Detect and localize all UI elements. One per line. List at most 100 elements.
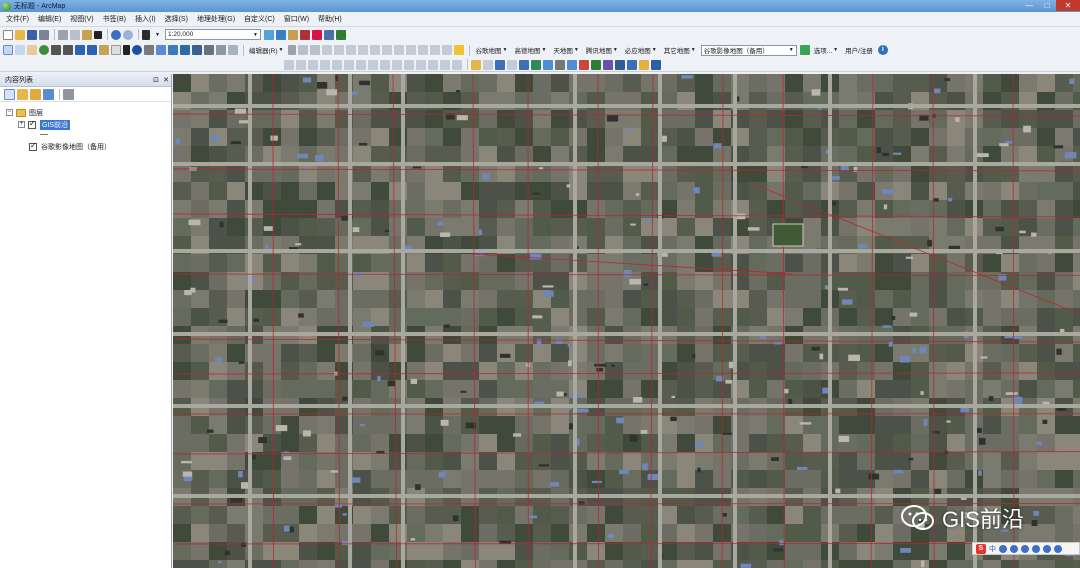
menu-edit[interactable]: 编辑(E) <box>38 14 61 24</box>
google-map-menu[interactable]: 谷歌地图 ▼ <box>473 45 509 56</box>
folder-icon[interactable] <box>639 59 649 70</box>
layer-row-google-imagery[interactable]: 谷歌影像地图（备用） <box>29 141 111 152</box>
layer-row-gis[interactable]: + GIS前沿 <box>18 119 71 130</box>
back-arrow-icon[interactable] <box>75 45 85 55</box>
refresh-tiles-icon[interactable] <box>799 45 810 55</box>
zoom-out-icon[interactable] <box>15 45 25 55</box>
ime-mode-label[interactable]: 中 <box>989 544 996 554</box>
create-viewer-icon[interactable] <box>228 45 238 55</box>
options-menu[interactable]: 选项... ▼ <box>812 45 840 56</box>
network-icon[interactable] <box>531 59 541 70</box>
arctoolbox-icon[interactable] <box>311 29 322 40</box>
fixed-zoom-out-icon[interactable] <box>63 45 73 55</box>
edit-tool-icon[interactable] <box>288 45 297 55</box>
snap-icon[interactable] <box>296 59 306 70</box>
table-of-contents-icon[interactable] <box>275 29 286 40</box>
pan-hand-icon[interactable] <box>27 45 37 55</box>
undo-icon[interactable] <box>111 29 121 40</box>
pin-label-icon[interactable] <box>495 59 505 70</box>
ring-icon[interactable] <box>404 59 414 70</box>
list-by-source-icon[interactable] <box>17 88 28 100</box>
open-time-window-icon[interactable] <box>216 45 226 55</box>
open-folder-icon[interactable] <box>15 29 25 40</box>
fill-color-icon[interactable] <box>579 59 589 70</box>
full-extent-icon[interactable] <box>39 45 49 55</box>
table-icon[interactable] <box>356 59 366 70</box>
zoom-layer-icon[interactable] <box>615 59 625 70</box>
clear-selection-icon[interactable] <box>111 45 121 55</box>
draw-rectangle-icon[interactable] <box>555 59 565 70</box>
print-icon[interactable] <box>39 29 49 40</box>
close-icon[interactable]: ✕ <box>1056 0 1080 11</box>
label-icon[interactable] <box>471 59 481 70</box>
toolbox-icon[interactable] <box>1054 544 1062 553</box>
layer-visibility-checkbox[interactable] <box>29 141 37 151</box>
html-popup-icon[interactable] <box>156 45 166 55</box>
menu-file[interactable]: 文件(F) <box>6 14 29 24</box>
model-builder-icon[interactable] <box>335 29 346 40</box>
graphics-icon[interactable] <box>519 59 529 70</box>
link-icon[interactable] <box>344 59 354 70</box>
menu-customize[interactable]: 自定义(C) <box>244 14 275 24</box>
time-slider-icon[interactable] <box>192 45 202 55</box>
tianditu-map-menu[interactable]: 天地图 ▼ <box>551 45 580 56</box>
list-by-visibility-icon[interactable] <box>30 88 41 100</box>
export-icon[interactable] <box>627 59 637 70</box>
split-icon[interactable] <box>394 45 405 55</box>
info-icon[interactable]: i <box>877 45 888 55</box>
layer-name[interactable]: GIS前沿 <box>40 119 71 130</box>
close-panel-icon[interactable]: ✕ <box>161 76 171 84</box>
keyboard-icon[interactable] <box>1032 544 1040 553</box>
clip-icon[interactable] <box>428 59 438 70</box>
shape-icon[interactable] <box>380 59 390 70</box>
minimize-icon[interactable]: — <box>1020 0 1038 11</box>
editor-menu[interactable]: 编辑器(R) ▼ <box>247 45 285 56</box>
list-by-selection-icon[interactable] <box>43 88 54 100</box>
grid-icon[interactable] <box>368 59 378 70</box>
expand-icon[interactable]: + <box>18 121 25 128</box>
menu-view[interactable]: 视图(V) <box>70 14 93 24</box>
georef-icon[interactable] <box>284 59 294 70</box>
layer-visibility-checkbox[interactable] <box>28 119 36 129</box>
move-icon[interactable] <box>332 59 342 70</box>
toc-options-icon[interactable] <box>63 88 74 100</box>
vertex-icon[interactable] <box>320 59 330 70</box>
python-window-icon[interactable] <box>323 29 334 40</box>
user-login-button[interactable]: 用户/注册 <box>843 45 875 56</box>
map-source-combo[interactable]: 谷歌影像地图（备用） ▼ <box>700 44 797 56</box>
other-map-menu[interactable]: 其它地图 ▼ <box>662 45 698 56</box>
paste-icon[interactable] <box>82 29 92 40</box>
skin-icon[interactable] <box>1043 544 1051 553</box>
raster-icon[interactable] <box>543 59 553 70</box>
sogou-ime-icon[interactable]: S <box>976 543 986 554</box>
point-icon[interactable] <box>346 45 357 55</box>
fixed-zoom-in-icon[interactable] <box>51 45 61 55</box>
endpoint-arc-icon[interactable] <box>322 45 333 55</box>
hyperlink-icon[interactable] <box>180 45 190 55</box>
warning-triangle-icon[interactable] <box>454 45 465 55</box>
map-scale-input[interactable]: 1:20,000 ▼ <box>164 29 261 40</box>
new-document-icon[interactable] <box>3 29 13 40</box>
gaode-map-menu[interactable]: 高德地图 ▼ <box>512 45 548 56</box>
edit-annotation-icon[interactable] <box>298 45 309 55</box>
maximize-icon[interactable]: □ <box>1038 0 1056 11</box>
layer-name[interactable]: 谷歌影像地图（备用） <box>41 142 111 152</box>
list-by-drawing-order-icon[interactable] <box>4 88 15 100</box>
find-icon[interactable] <box>144 45 154 55</box>
add-data-dropdown[interactable]: ▼ <box>152 29 162 40</box>
bing-map-menu[interactable]: 必应地图 ▼ <box>623 45 659 56</box>
identify-icon[interactable] <box>132 45 142 55</box>
voice-icon[interactable] <box>1021 544 1029 553</box>
satellite-imagery[interactable] <box>173 74 1080 568</box>
menu-bookmarks[interactable]: 书签(B) <box>103 14 126 24</box>
menu-insert[interactable]: 插入(I) <box>135 14 156 24</box>
cut-icon[interactable] <box>58 29 68 40</box>
label-manager-icon[interactable] <box>483 59 493 70</box>
zoom-in-icon[interactable] <box>3 45 13 55</box>
create-features-icon[interactable] <box>442 45 453 55</box>
convert-icon[interactable] <box>603 59 613 70</box>
copy-icon[interactable] <box>70 29 80 40</box>
topology-icon[interactable] <box>308 59 318 70</box>
image-analysis-icon[interactable] <box>567 59 577 70</box>
catalog-icon[interactable] <box>287 29 298 40</box>
